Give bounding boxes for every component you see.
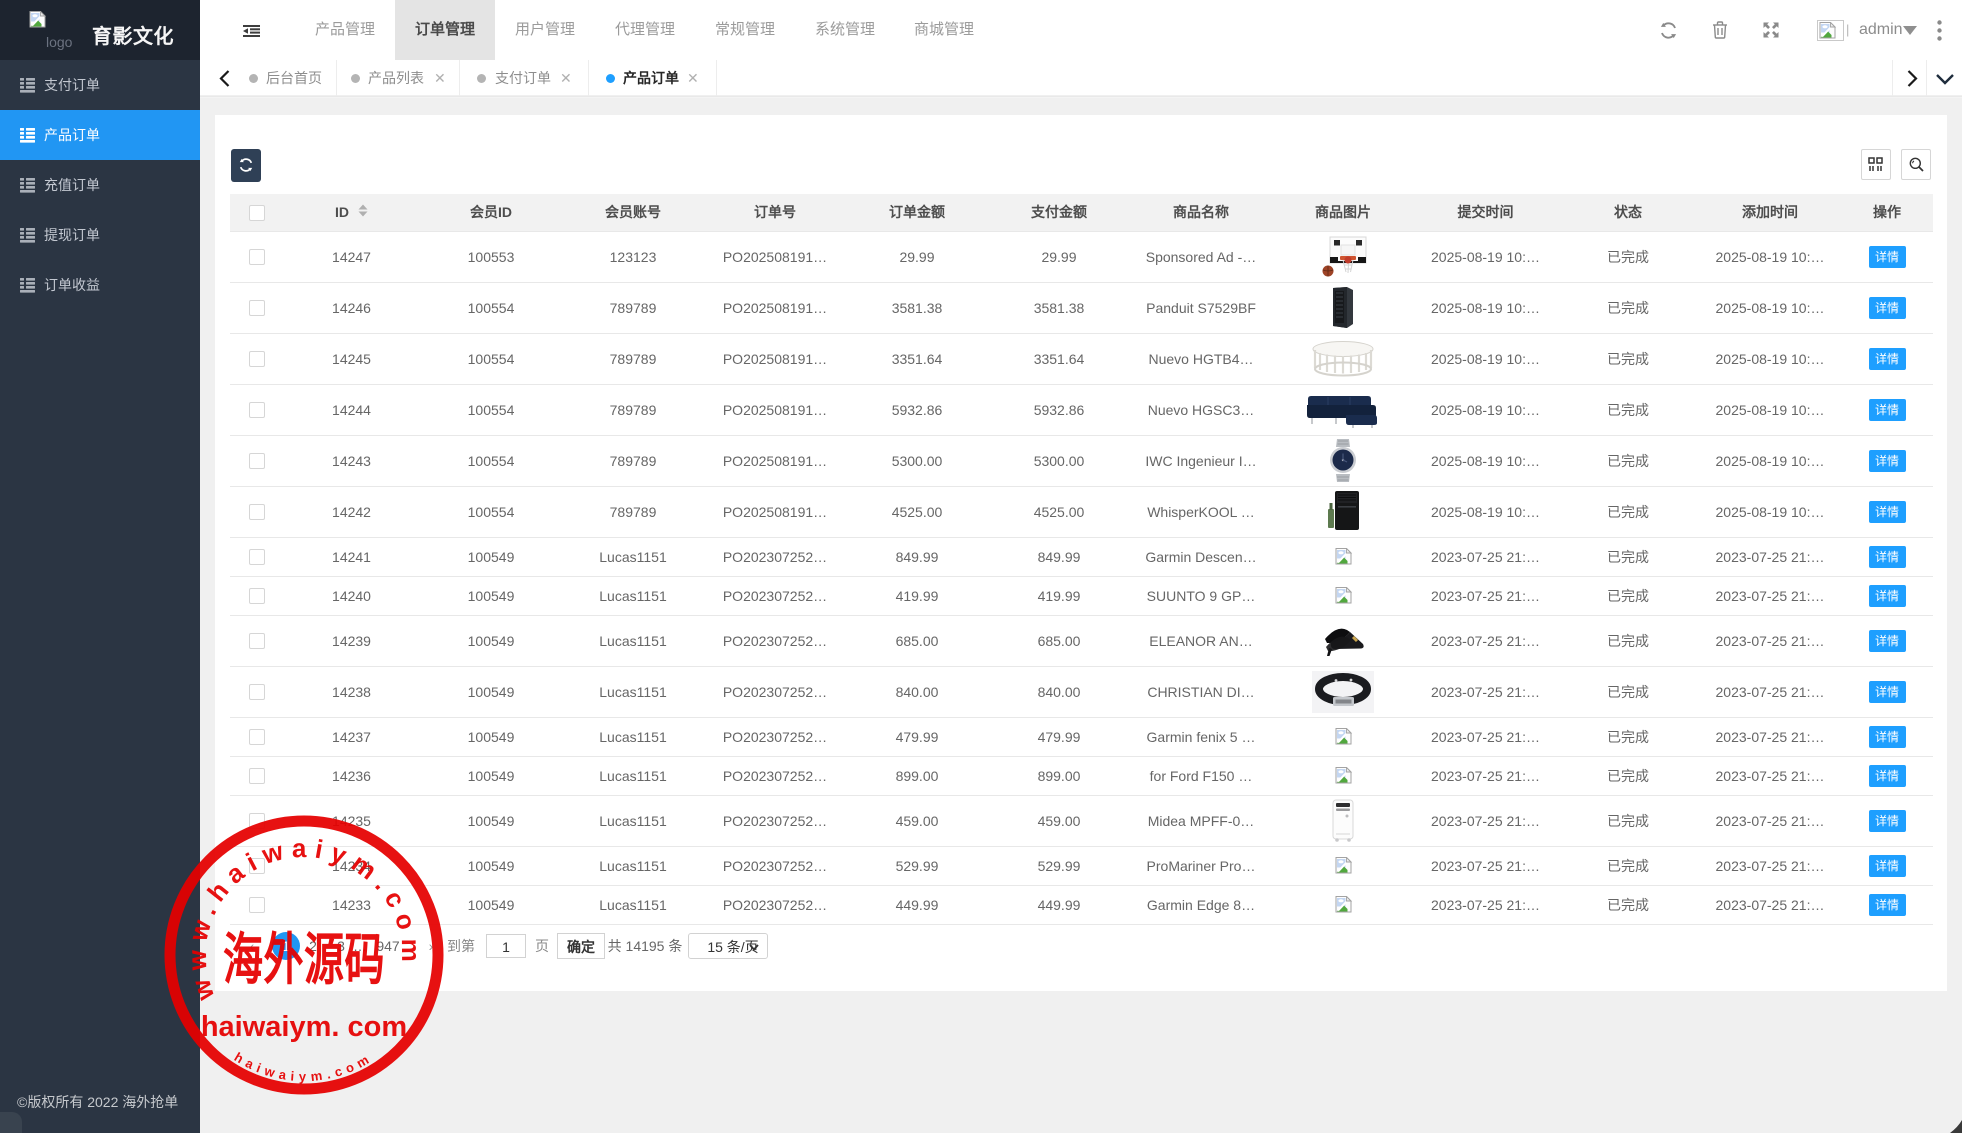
svg-text:haiwaiym.com: haiwaiym.com [232,1049,376,1084]
svg-text:haiwaiym. com: haiwaiym. com [201,1011,407,1043]
